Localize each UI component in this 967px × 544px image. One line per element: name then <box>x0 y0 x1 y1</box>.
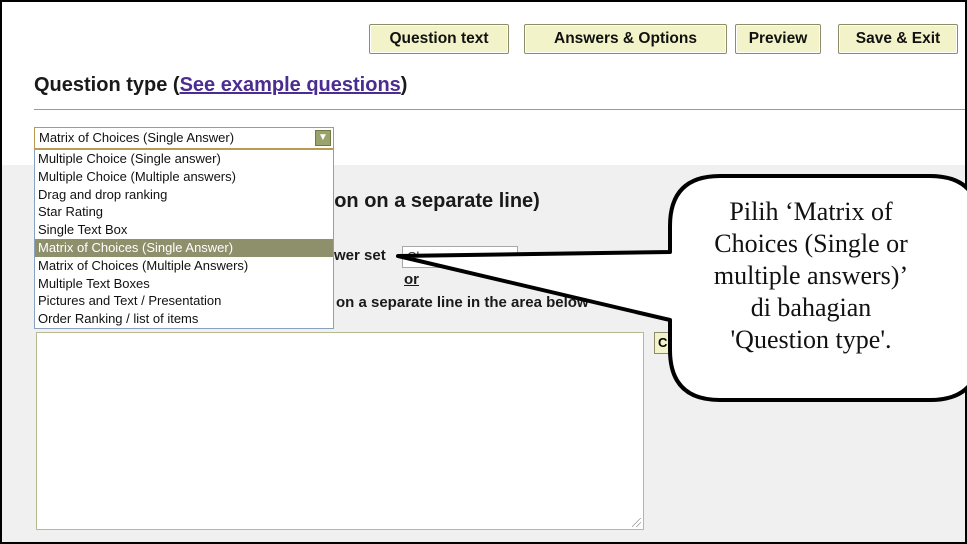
dropdown-option[interactable]: Order Ranking / list of items <box>35 310 333 328</box>
dropdown-option[interactable]: Matrix of Choices (Single Answer) <box>35 238 333 257</box>
callout-line: Choices (Single or <box>714 229 908 258</box>
answer-set-label: wer set <box>334 247 386 264</box>
save-exit-button[interactable]: Save & Exit <box>838 24 958 54</box>
question-type-title-suffix: ) <box>400 74 408 96</box>
dropdown-option[interactable]: Matrix of Choices (Multiple Answers) <box>35 257 333 275</box>
or-label: or <box>404 271 419 288</box>
dropdown-option[interactable]: Multiple Choice (Single answer) <box>35 150 333 168</box>
chevron-down-icon[interactable]: ▼ <box>315 130 331 146</box>
dropdown-option[interactable]: Single Text Box <box>35 221 333 239</box>
answers-textarea[interactable] <box>36 332 644 530</box>
question-type-title: Question type (See example questions) <box>34 74 407 97</box>
answer-set-select[interactable]: Cho <box>402 246 518 268</box>
callout-line: multiple answers)’ <box>713 261 909 290</box>
callout-line: 'Question type'. <box>730 325 892 354</box>
question-type-select[interactable]: Matrix of Choices (Single Answer) ▼ <box>34 127 334 149</box>
callout-text: Pilih ‘Matrix of Choices (Single or multip… <box>669 196 953 356</box>
answers-options-button[interactable]: Answers & Options <box>524 24 727 54</box>
dropdown-option[interactable]: Multiple Choice (Multiple answers) <box>35 168 333 186</box>
answers-section-title: tion on a separate line) <box>322 190 540 212</box>
dropdown-option[interactable]: Drag and drop ranking <box>35 186 333 204</box>
question-type-dropdown: Multiple Choice (Single answer) Multiple … <box>34 149 334 329</box>
red-flag-icon <box>960 314 965 328</box>
see-example-questions-link[interactable]: See example questions <box>180 74 401 96</box>
dropdown-option[interactable]: Multiple Text Boxes <box>35 275 333 293</box>
divider <box>34 109 965 110</box>
dropdown-option[interactable]: Star Rating <box>35 203 333 221</box>
separate-line-instructions: on a separate line in the area below <box>336 294 589 311</box>
question-text-button[interactable]: Question text <box>369 24 509 54</box>
callout-line: di bahagian <box>750 293 872 322</box>
resize-grip-icon[interactable] <box>632 518 641 527</box>
callout-line: Pilih ‘Matrix of <box>729 197 893 226</box>
question-type-title-prefix: Question type ( <box>34 74 180 96</box>
preview-button[interactable]: Preview <box>735 24 821 54</box>
question-type-select-value: Matrix of Choices (Single Answer) <box>39 130 235 145</box>
dropdown-option[interactable]: Pictures and Text / Presentation <box>35 292 333 310</box>
